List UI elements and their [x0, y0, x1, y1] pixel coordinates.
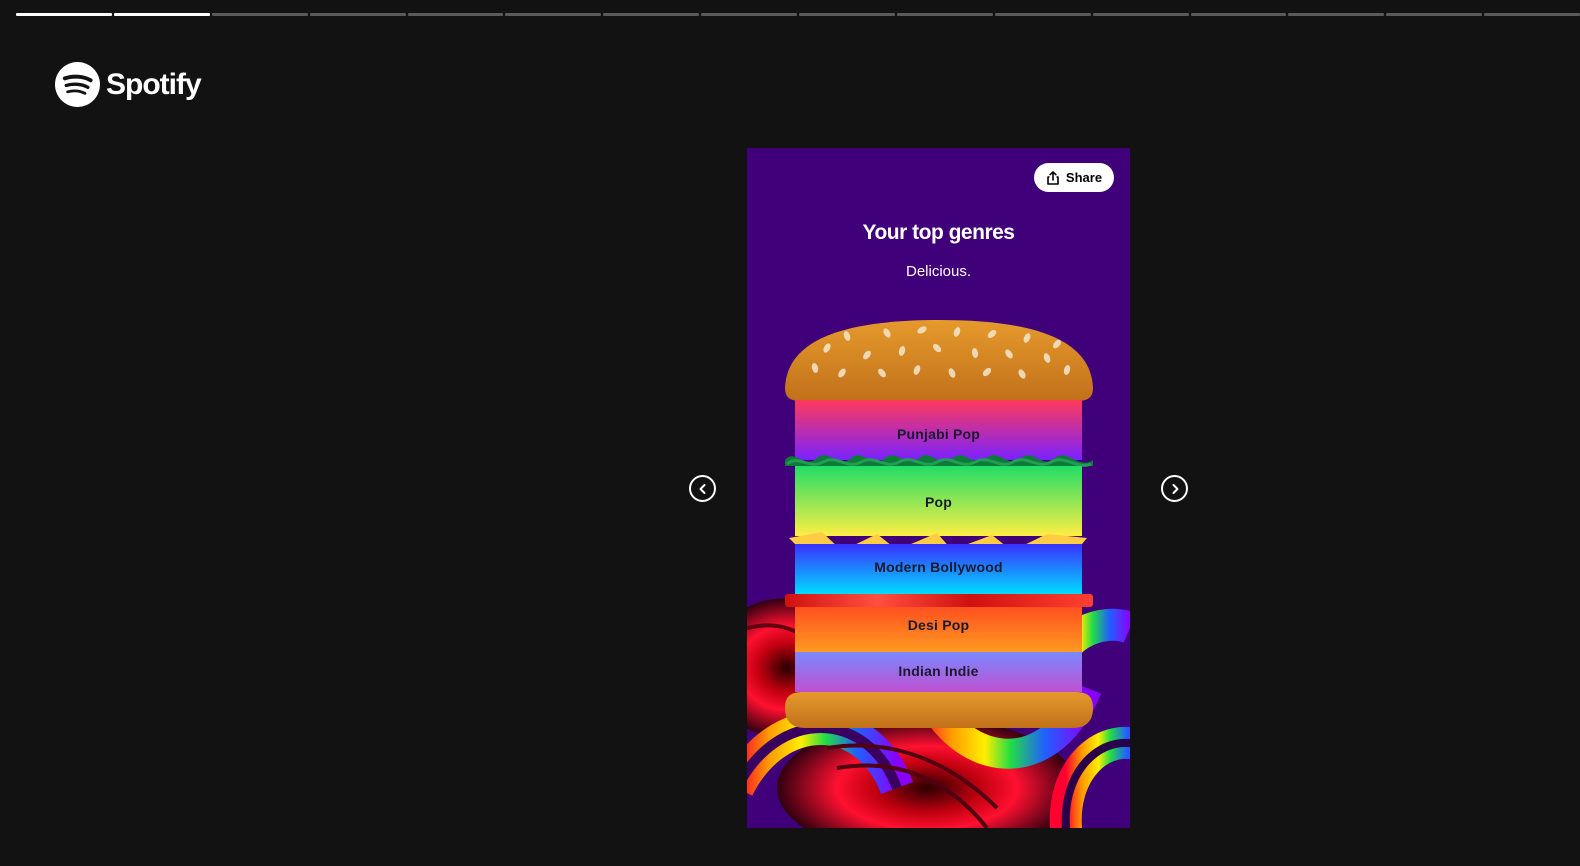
progress-segment — [1190, 13, 1287, 16]
progress-segment — [1484, 13, 1580, 16]
progress-segment — [407, 13, 504, 16]
chevron-left-icon — [699, 483, 705, 494]
genre-burger-art — [785, 320, 1093, 728]
share-icon — [1047, 170, 1059, 185]
story-viewer: Spotify Share Your top genres Delicious.… — [0, 0, 1580, 866]
progress-segment — [113, 13, 210, 16]
story-progress-bar — [16, 13, 1580, 17]
progress-segment — [211, 13, 308, 16]
spotify-logo-icon — [55, 62, 100, 107]
progress-segment — [603, 13, 700, 16]
share-button-label: Share — [1065, 170, 1103, 185]
progress-segment — [1288, 13, 1385, 16]
top-genres-story-card: Share Your top genres Delicious. Punjabi… — [747, 148, 1130, 828]
genre-label-2: Pop — [924, 494, 953, 510]
progress-segment — [701, 13, 797, 16]
genre-label-4: Desi Pop — [907, 617, 970, 633]
spotify-logo[interactable]: Spotify — [55, 62, 202, 107]
progress-segment — [1092, 13, 1189, 16]
progress-segment — [799, 13, 895, 16]
progress-segment — [1386, 13, 1483, 16]
story-subtitle: Delicious. — [905, 263, 972, 280]
progress-segment — [505, 13, 602, 16]
next-story-button[interactable] — [1161, 475, 1188, 502]
progress-segment — [896, 13, 993, 16]
genre-label-5: Indian Indie — [898, 663, 979, 679]
story-title: Your top genres — [862, 221, 1015, 244]
progress-segment — [994, 13, 1091, 16]
progress-segment — [16, 13, 112, 16]
previous-story-button[interactable] — [689, 475, 716, 502]
chevron-right-icon — [1172, 483, 1178, 494]
genre-label-1: Punjabi Pop — [896, 426, 981, 442]
progress-segment — [309, 13, 406, 16]
share-button[interactable]: Share — [1034, 163, 1114, 192]
genre-label-3: Modern Bollywood — [874, 559, 1003, 575]
spotify-wordmark: Spotify — [106, 67, 202, 101]
